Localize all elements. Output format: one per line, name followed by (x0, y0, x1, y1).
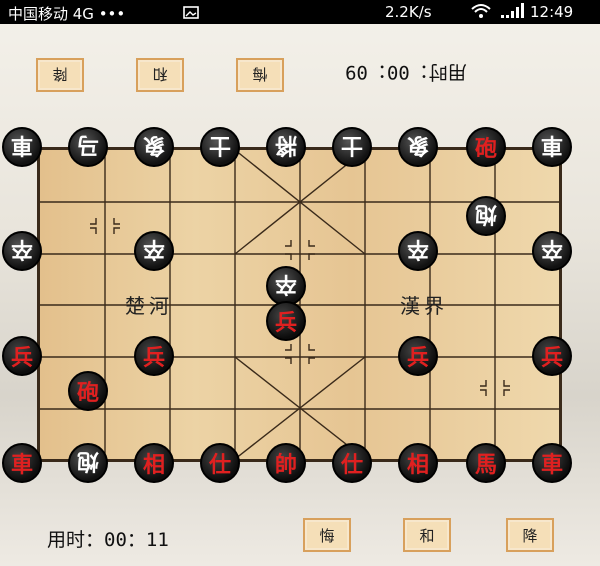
red-advisor-piece[interactable]: 仕 (332, 443, 372, 483)
black-advisor-piece[interactable]: 士 (200, 127, 240, 167)
player-timer: 用时：00：11 (47, 529, 169, 551)
opponent-timer: 用时：00：09 (345, 61, 467, 83)
black-elephant-piece[interactable]: 象 (398, 127, 438, 167)
undo-button-opponent[interactable]: 悔 (236, 58, 284, 92)
undo-button[interactable]: 悔 (303, 518, 351, 552)
red-pawn-piece[interactable]: 兵 (2, 336, 42, 376)
surrender-button-opponent[interactable]: 降 (36, 58, 84, 92)
status-bar: 中国移动 4G ••• 2.2K/s 12:49 (0, 0, 600, 24)
black-pawn-piece[interactable]: 卒 (134, 231, 174, 271)
red-pawn-piece[interactable]: 兵 (398, 336, 438, 376)
black-advisor-piece[interactable]: 士 (332, 127, 372, 167)
draw-button[interactable]: 和 (403, 518, 451, 552)
surrender-button[interactable]: 降 (506, 518, 554, 552)
red-elephant-piece[interactable]: 相 (398, 443, 438, 483)
black-cannon-piece[interactable]: 炮 (466, 196, 506, 236)
red-elephant-piece[interactable]: 相 (134, 443, 174, 483)
draw-button-opponent[interactable]: 和 (136, 58, 184, 92)
black-pawn-piece[interactable]: 卒 (266, 266, 306, 306)
black-general-piece[interactable]: 將 (266, 127, 306, 167)
black-pawn-piece[interactable]: 卒 (532, 231, 572, 271)
red-chariot-piece[interactable]: 車 (2, 443, 42, 483)
black-chariot-piece[interactable]: 車 (2, 127, 42, 167)
red-cannon-piece[interactable]: 砲 (68, 371, 108, 411)
image-icon (183, 5, 199, 23)
black-cannon-piece[interactable]: 炮 (68, 443, 108, 483)
black-chariot-piece[interactable]: 車 (532, 127, 572, 167)
black-horse-piece[interactable]: 马 (68, 127, 108, 167)
network-speed: 2.2K/s (385, 3, 432, 21)
carrier-label: 中国移动 4G ••• (8, 5, 126, 23)
red-horse-piece[interactable]: 馬 (466, 443, 506, 483)
red-chariot-piece[interactable]: 車 (532, 443, 572, 483)
red-cannon-piece[interactable]: 砲 (466, 127, 506, 167)
clock: 12:49 (530, 3, 574, 21)
red-general-piece[interactable]: 帥 (266, 443, 306, 483)
black-elephant-piece[interactable]: 象 (134, 127, 174, 167)
red-pawn-piece[interactable]: 兵 (266, 301, 306, 341)
signal-icon (500, 3, 526, 23)
river-left-text: 楚河 (125, 294, 173, 318)
black-pawn-piece[interactable]: 卒 (2, 231, 42, 271)
river-right-text: 漢界 (400, 294, 448, 318)
black-pawn-piece[interactable]: 卒 (398, 231, 438, 271)
red-pawn-piece[interactable]: 兵 (134, 336, 174, 376)
wifi-icon (470, 3, 492, 23)
xiangqi-board[interactable]: 楚河 漢界 (37, 147, 562, 462)
red-advisor-piece[interactable]: 仕 (200, 443, 240, 483)
red-pawn-piece[interactable]: 兵 (532, 336, 572, 376)
